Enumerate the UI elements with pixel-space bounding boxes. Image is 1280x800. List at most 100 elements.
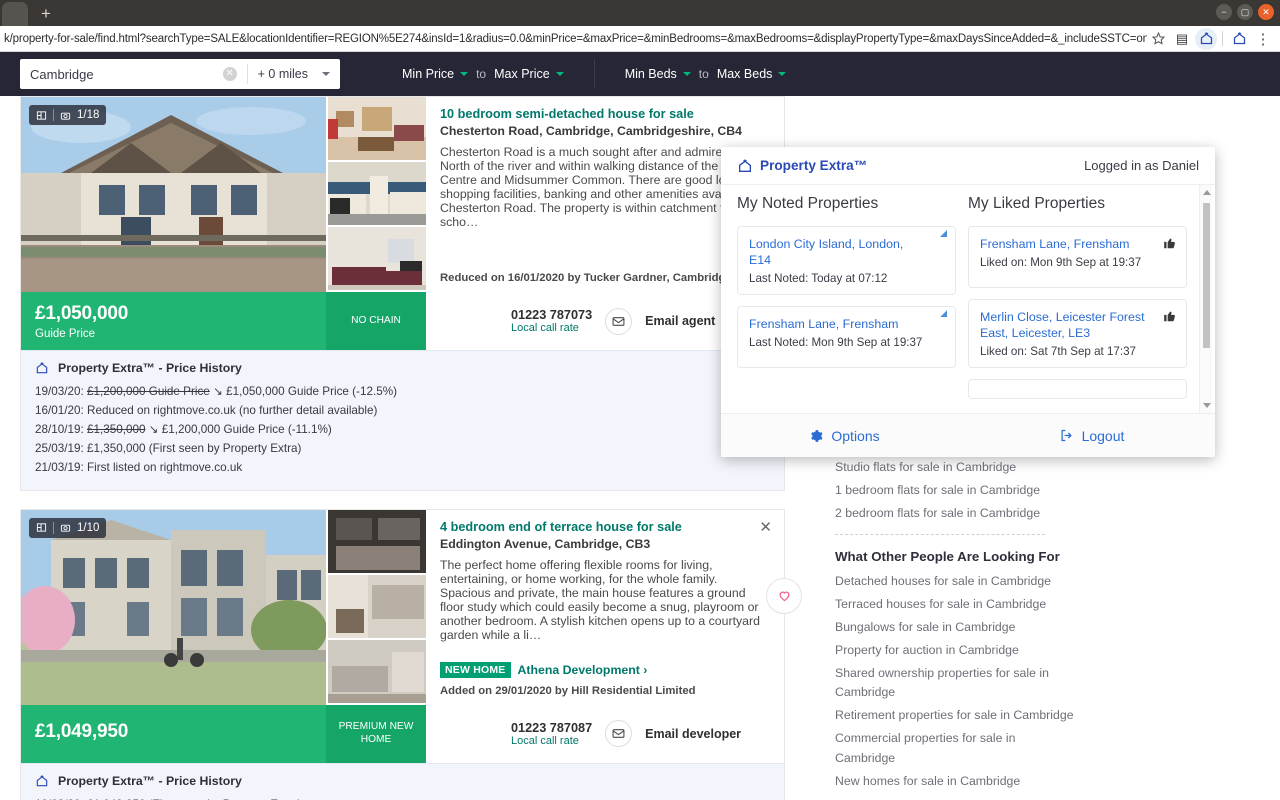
liked-property-card[interactable]: Frensham Lane, Frensham Liked on: Mon 9t… <box>968 226 1187 288</box>
mail-icon[interactable] <box>605 307 633 335</box>
search-input[interactable] <box>30 66 223 82</box>
liked-property-title[interactable]: Merlin Close, Leicester Forest East, Lei… <box>980 309 1175 341</box>
price-history-row: 19/03/20: £1,200,000 Guide Price ↘ £1,05… <box>35 383 770 402</box>
rail-link[interactable]: Commercial properties for sale in Cambri… <box>805 727 1075 769</box>
popup-scrollbar[interactable] <box>1199 185 1212 413</box>
ph-arrow: ↘ <box>213 385 223 398</box>
noted-property-card[interactable]: Frensham Lane, Frensham Last Noted: Mon … <box>737 306 956 369</box>
noted-property-title[interactable]: London City Island, London, E14 <box>749 236 944 268</box>
property-title[interactable]: 4 bedroom end of terrace house for sale <box>440 520 770 534</box>
min-beds-filter[interactable]: Min Beds <box>625 67 691 81</box>
rail-link[interactable]: Retirement properties for sale in Cambri… <box>805 704 1075 727</box>
star-icon[interactable] <box>1147 28 1169 50</box>
browser-toolbar: k/property-for-sale/find.html?searchType… <box>0 26 1280 52</box>
liked-property-card[interactable]: Merlin Close, Leicester Forest East, Lei… <box>968 299 1187 369</box>
agent-phone[interactable]: 01223 787073 <box>511 308 592 322</box>
rail-link[interactable]: Terraced houses for sale in Cambridge <box>805 593 1075 616</box>
floorplan-icon <box>36 523 47 532</box>
clear-search-icon[interactable]: ✕ <box>222 67 237 81</box>
ph-date: 19/03/20: <box>35 385 84 398</box>
logout-button[interactable]: Logout <box>968 428 1215 444</box>
liked-properties-column: My Liked Properties Frensham Lane, Frens… <box>968 195 1199 413</box>
thumbnail[interactable] <box>326 639 426 705</box>
toolbar-divider <box>1222 31 1223 46</box>
email-agent-button[interactable]: Email agent <box>645 314 715 328</box>
property-hero-image[interactable]: 1/10 <box>21 509 326 705</box>
min-price-label: Min Price <box>402 67 455 81</box>
scroll-down-icon[interactable] <box>1203 403 1211 408</box>
favourite-heart-icon[interactable] <box>766 577 802 614</box>
filter-divider <box>593 59 595 89</box>
rail-link[interactable]: 2 bedroom flats for sale in Cambridge <box>805 502 1075 525</box>
kebab-menu-icon[interactable]: ⋮ <box>1252 28 1274 50</box>
camera-icon <box>60 112 71 120</box>
rail-link[interactable]: Bungalows for sale in Cambridge <box>805 616 1075 639</box>
rail-link[interactable]: New homes for sale in Cambridge <box>805 770 1075 793</box>
min-price-filter[interactable]: Min Price <box>402 67 469 81</box>
thumbnail-strip <box>326 509 426 705</box>
scroll-up-icon[interactable] <box>1203 190 1211 195</box>
beds-sep: to <box>698 67 709 81</box>
extension-icon[interactable]: ▤ <box>1171 28 1193 50</box>
max-price-filter[interactable]: Max Price <box>494 67 564 81</box>
media-badges[interactable]: 1/18 <box>29 105 107 125</box>
max-beds-filter[interactable]: Max Beds <box>717 67 787 81</box>
property-extra-icon[interactable] <box>1228 28 1250 50</box>
price-history-header: Property Extra™ - Price History <box>35 774 770 788</box>
rail-link[interactable]: Property for auction in Cambridge <box>805 639 1075 662</box>
maximize-button[interactable]: ▢ <box>1237 4 1253 20</box>
new-home-row: NEW HOME Athena Development › <box>440 661 770 678</box>
property-hero-image[interactable]: 1/18 <box>21 97 326 292</box>
gear-icon <box>811 429 823 442</box>
property-price-bar: £1,050,000 Guide Price NO CHAIN 01223 78… <box>21 292 784 350</box>
mail-icon[interactable] <box>605 720 633 748</box>
property-card-top: 1/10 ✕ 4 bedroom end of terrace house fo… <box>21 509 802 705</box>
liked-property-card-partial[interactable] <box>968 379 1187 400</box>
logout-label: Logout <box>1081 427 1125 444</box>
rail-link[interactable]: Shared ownership properties for sale in … <box>805 662 1075 704</box>
new-tab-button[interactable]: + <box>30 2 62 26</box>
browser-window: + − ▢ ✕ k/property-for-sale/find.html?se… <box>0 0 1280 800</box>
email-developer-button[interactable]: Email developer <box>645 727 741 741</box>
options-button[interactable]: Options <box>721 428 968 444</box>
rail-link[interactable]: 1 bedroom flats for sale in Cambridge <box>805 479 1075 502</box>
property-extra-icon <box>739 159 751 172</box>
site-search-header: ✕ + 0 miles Min Price to Max Price Min B… <box>0 52 1280 96</box>
price-history-title: Property Extra™ - Price History <box>58 773 242 788</box>
price-history-header: Property Extra™ - Price History <box>35 361 770 375</box>
development-link[interactable]: Athena Development › <box>518 663 648 677</box>
ph-arrow: ↘ <box>148 422 159 436</box>
scrollbar-thumb[interactable] <box>1203 203 1210 348</box>
ph-date: 16/01/20: <box>35 403 84 417</box>
property-title[interactable]: 10 bedroom semi-detached house for sale <box>440 107 770 121</box>
popup-brand-label: Property Extra™ <box>760 158 868 173</box>
agent-phone[interactable]: 01223 787087 <box>511 721 592 735</box>
address-bar[interactable]: k/property-for-sale/find.html?searchType… <box>4 33 1147 45</box>
property-extra-icon-active[interactable] <box>1195 27 1217 50</box>
rail-link[interactable]: Studio flats for sale in Cambridge <box>805 456 1075 479</box>
rail-link[interactable]: Detached houses for sale in Cambridge <box>805 570 1075 593</box>
section-heading-looking-for: What Other People Are Looking For <box>835 549 1060 565</box>
price-history-row: 16/01/20: Reduced on rightmove.co.uk (no… <box>35 402 770 421</box>
thumbnail[interactable] <box>326 162 426 227</box>
close-icon[interactable]: ✕ <box>759 520 772 535</box>
floorplan-icon <box>36 110 47 120</box>
liked-property-title[interactable]: Frensham Lane, Frensham <box>980 236 1175 252</box>
noted-property-title[interactable]: Frensham Lane, Frensham <box>749 316 944 332</box>
media-badges[interactable]: 1/10 <box>29 517 107 538</box>
logged-in-status: Logged in as Daniel <box>1084 158 1199 173</box>
radius-select[interactable]: + 0 miles <box>246 64 340 84</box>
thumbnail[interactable] <box>326 97 426 162</box>
browser-tab[interactable] <box>2 2 28 26</box>
noted-property-card[interactable]: London City Island, London, E14 Last Not… <box>737 226 956 296</box>
minimize-button[interactable]: − <box>1216 4 1232 20</box>
divider <box>835 534 1045 536</box>
close-button[interactable]: ✕ <box>1258 4 1274 20</box>
ph-date: 21/03/19: <box>35 460 84 474</box>
thumbnail[interactable] <box>326 509 426 575</box>
thumbnail[interactable] <box>326 227 426 292</box>
thumbs-up-icon <box>1163 309 1177 326</box>
thumbnail[interactable] <box>326 574 426 640</box>
price-history-title: Property Extra™ - Price History <box>58 361 242 375</box>
browser-titlebar: + − ▢ ✕ <box>0 0 1280 26</box>
